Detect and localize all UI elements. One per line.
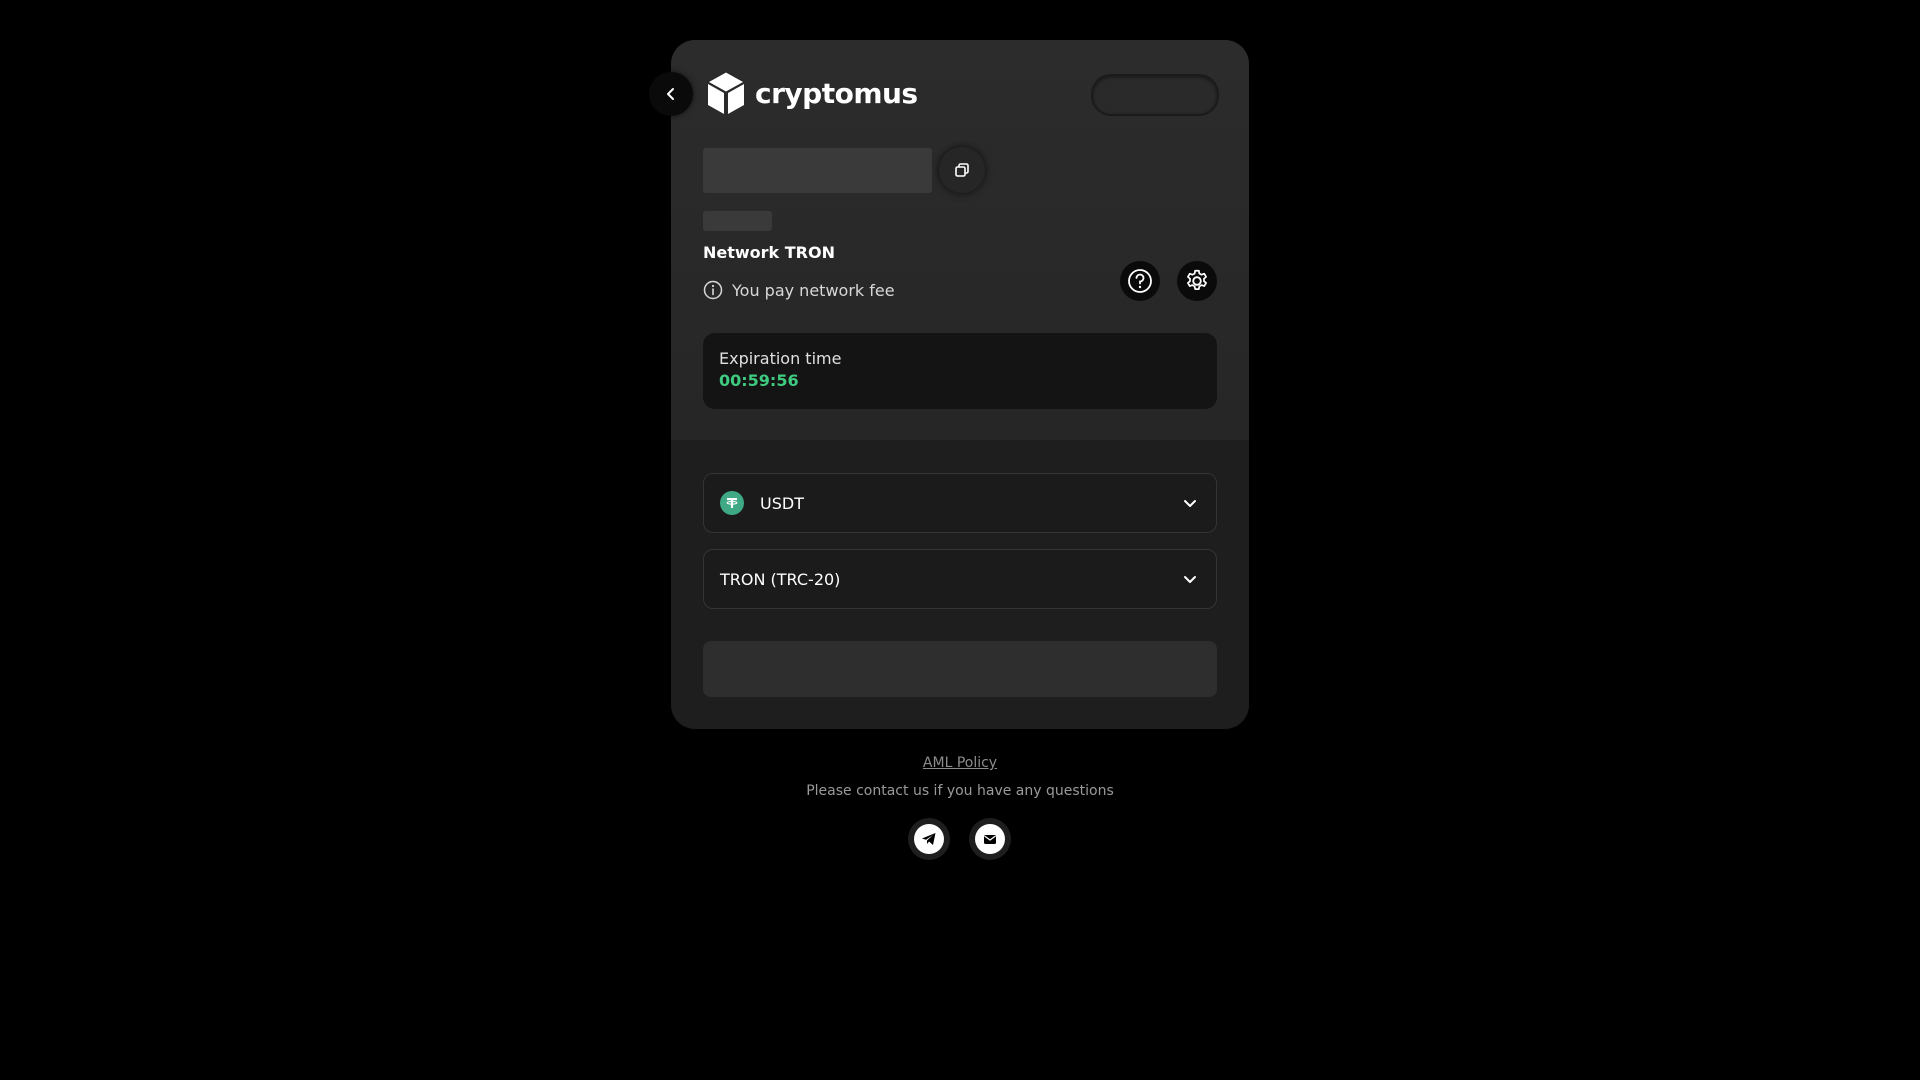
chevron-down-icon	[1182, 495, 1198, 511]
currency-select-value: USDT	[760, 493, 804, 513]
fee-note-text: You pay network fee	[732, 280, 895, 300]
network-select[interactable]: TRON (TRC-20)	[703, 549, 1217, 609]
footer: AML Policy Please contact us if you have…	[0, 752, 1920, 799]
cube-icon	[706, 71, 746, 114]
payment-card: cryptomus Network TRON You pay network f…	[649, 40, 1249, 729]
telegram-button[interactable]	[908, 818, 950, 860]
back-button[interactable]	[649, 72, 693, 116]
address-skeleton	[703, 148, 932, 193]
telegram-icon	[922, 833, 936, 845]
expiration-box: Expiration time 00:59:56	[703, 333, 1217, 409]
fee-note: You pay network fee	[703, 280, 895, 300]
help-button[interactable]	[1120, 261, 1160, 301]
currency-select[interactable]: USDT	[703, 473, 1217, 533]
logo-text: cryptomus	[755, 76, 918, 110]
contact-text: Please contact us if you have any questi…	[806, 783, 1114, 799]
chevron-down-icon	[1182, 571, 1198, 587]
usdt-icon	[720, 491, 744, 515]
email-button[interactable]	[969, 818, 1011, 860]
language-selector-placeholder[interactable]	[1091, 74, 1219, 116]
copy-button[interactable]	[939, 147, 985, 193]
expiration-label: Expiration time	[719, 349, 842, 368]
chevron-left-icon	[667, 88, 674, 100]
network-select-value: TRON (TRC-20)	[720, 569, 841, 589]
settings-button[interactable]	[1177, 261, 1217, 301]
amount-skeleton	[703, 211, 772, 231]
expiration-timer: 00:59:56	[719, 371, 799, 390]
question-icon	[1128, 269, 1152, 293]
mail-icon	[984, 835, 996, 844]
info-icon	[703, 280, 723, 300]
qr-skeleton	[703, 641, 1217, 697]
aml-policy-link[interactable]: AML Policy	[923, 755, 997, 771]
logo: cryptomus	[705, 70, 918, 116]
gear-icon	[1187, 269, 1207, 290]
network-title: Network TRON	[703, 243, 835, 262]
copy-icon	[955, 163, 969, 177]
